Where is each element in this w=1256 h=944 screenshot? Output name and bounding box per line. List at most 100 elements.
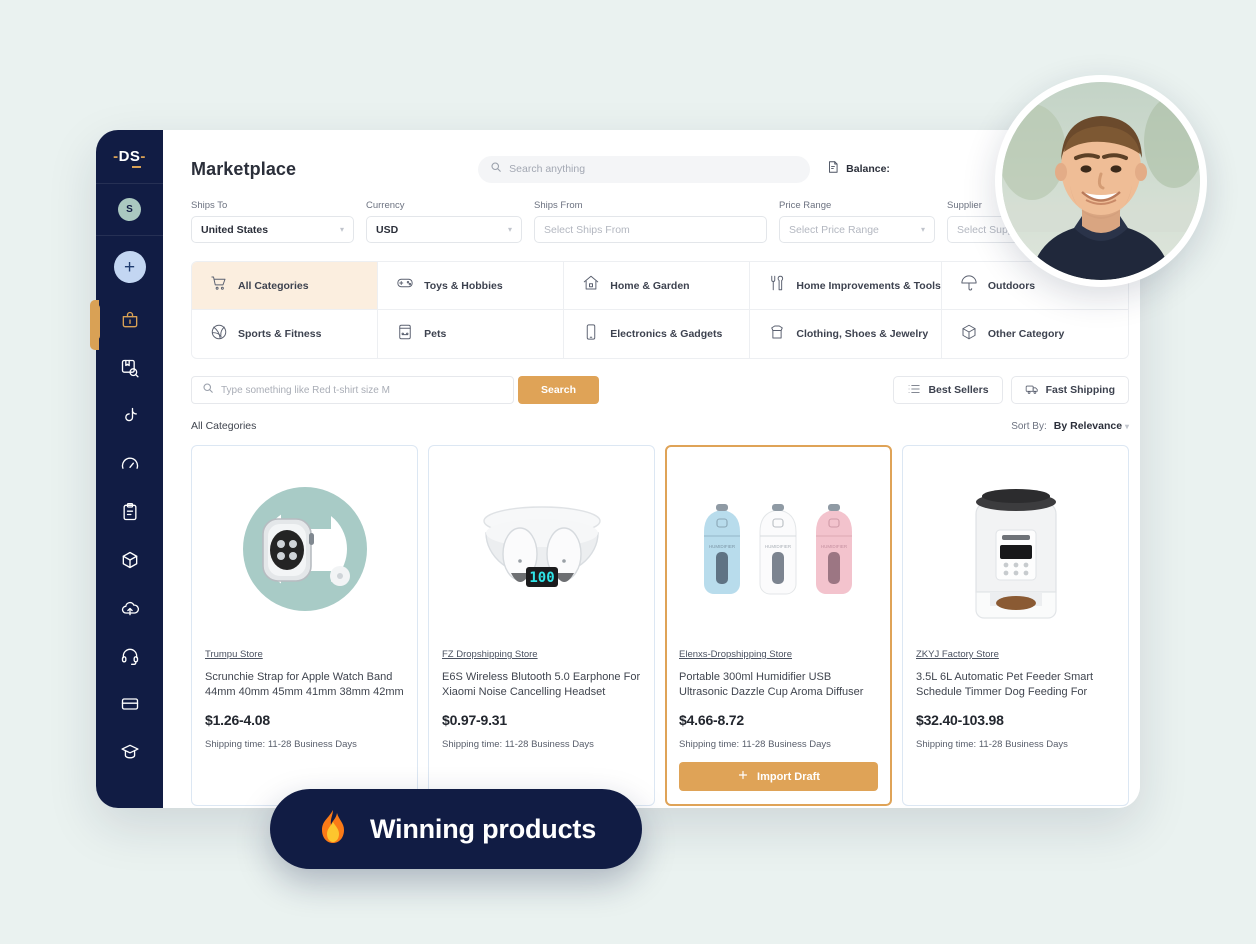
product-search-input[interactable] [221,384,503,396]
global-search[interactable] [478,155,811,183]
filter-currency: Currency USD ▾ [366,200,522,243]
quick-filter-label: Fast Shipping [1045,384,1115,396]
product-image-wireless-earbuds: 100 [442,458,641,643]
chevron-down-icon: ▾ [920,225,925,234]
product-shipping: Shipping time: 11-28 Business Days [916,739,1068,750]
import-draft-button[interactable]: Import Draft [679,762,878,791]
sort-value[interactable]: By Relevance ▾ [1054,420,1129,432]
product-search-row: Search Best Sellers Fast Shipping [191,376,1129,404]
currency-select[interactable]: USD ▾ [366,216,522,243]
clipboard-icon [120,502,140,527]
app-window: -DS- S + Marketplace Search anything Bal… [96,130,1140,808]
balance-icon [826,160,840,179]
logo-letters: DS [118,148,141,165]
product-title: E6S Wireless Blutooth 5.0 Earphone For X… [442,671,641,698]
category-electronics-gadgets[interactable]: Electronics & Gadgets [564,310,751,358]
select-value: United States [201,223,269,236]
filter-ships-to: Ships To United States ▾ [191,200,354,243]
price-range-select[interactable]: Select Price Range ▾ [779,216,935,243]
product-card-selected[interactable]: HUMIDIFIER HUMIDIFIER HUMIDIFIER Elenxs-… [665,445,892,806]
svg-text:HUMIDIFIER: HUMIDIFIER [708,544,735,549]
fast-shipping-filter[interactable]: Fast Shipping [1010,376,1129,404]
filter-label: Ships To [191,200,228,211]
credit-card-icon [120,694,140,719]
sidebar-item-performance[interactable] [96,442,163,490]
sidebar: -DS- S + [96,130,163,808]
product-image-humidifiers: HUMIDIFIER HUMIDIFIER HUMIDIFIER [679,458,878,643]
filter-label: Currency [366,200,405,211]
product-store[interactable]: Elenxs-Dropshipping Store [679,649,878,660]
sidebar-item-billing[interactable] [96,682,163,730]
import-draft-label: Import Draft [757,770,820,783]
fire-icon [316,809,350,849]
product-store[interactable]: FZ Dropshipping Store [442,649,641,660]
ships-to-select[interactable]: United States ▾ [191,216,354,243]
box-icon [120,550,140,575]
category-home-improvements-tools[interactable]: Home Improvements & Tools [750,262,942,310]
search-input[interactable] [509,163,799,175]
product-store[interactable]: Trumpu Store [205,649,404,660]
sidebar-item-tiktok[interactable] [96,394,163,442]
graduation-cap-icon [120,742,140,767]
category-sports-fitness[interactable]: Sports & Fitness [192,310,379,358]
category-label: Toys & Hobbies [424,279,503,292]
tshirt-icon [768,323,786,346]
page-root: -DS- S + Marketplace Search anything Bal… [0,0,1256,944]
category-label: All Categories [238,279,309,292]
umbrella-icon [960,274,978,297]
search-icon [490,160,502,178]
svg-text:100: 100 [529,570,554,586]
user-avatar-photo[interactable] [995,75,1207,287]
category-clothing-shoes-jewelry[interactable]: Clothing, Shoes & Jewelry [750,310,942,358]
product-price: $4.66-8.72 [679,712,744,728]
ships-from-select[interactable]: Select Ships From [534,216,767,243]
product-card[interactable]: ZKYJ Factory Store 3.5L 6L Automatic Pet… [902,445,1129,806]
chevron-down-icon: ▾ [339,225,344,234]
logo-underbar [132,166,142,168]
category-label: Electronics & Gadgets [610,328,723,340]
sidebar-item-orders[interactable] [96,490,163,538]
main-content: Marketplace Balance: Ships To [163,130,1140,808]
product-title: Portable 300ml Humidifier USB Ultrasonic… [679,671,864,698]
category-pets[interactable]: Pets [378,310,565,358]
top-bar: Marketplace Balance: [191,152,1129,186]
page-title: Marketplace [191,158,297,179]
quick-filter-label: Best Sellers [928,384,989,396]
best-sellers-filter[interactable]: Best Sellers [893,376,1003,404]
category-label: Pets [424,328,447,340]
sidebar-account[interactable]: S [96,184,163,236]
category-toys-hobbies[interactable]: Toys & Hobbies [378,262,565,310]
filter-label: Ships From [534,200,583,211]
svg-text:HUMIDIFIER: HUMIDIFIER [764,544,791,549]
product-card[interactable]: 100 FZ Dropshipping Store E6S Wireless B… [428,445,655,806]
tools-icon [768,274,786,297]
product-card[interactable]: Trumpu Store Scrunchie Strap for Apple W… [191,445,418,806]
add-button[interactable]: + [113,251,146,283]
product-price: $0.97-9.31 [442,712,507,728]
category-label: Home & Garden [610,279,690,292]
balance-widget[interactable]: Balance: [826,160,890,179]
sidebar-item-import-list[interactable] [96,586,163,634]
sidebar-add-cell: + [113,236,146,298]
basket-icon [120,310,140,335]
product-title: Scrunchie Strap for Apple Watch Band 44m… [205,671,404,698]
sidebar-item-academy[interactable] [96,730,163,778]
sidebar-item-marketplace[interactable] [96,298,163,346]
sidebar-item-support[interactable] [96,634,163,682]
category-home-garden[interactable]: Home & Garden [564,262,751,310]
category-all-categories[interactable]: All Categories [192,262,379,310]
sort-control: Sort By: By Relevance ▾ [1011,420,1129,432]
category-other-category[interactable]: Other Category [941,310,1128,358]
smartphone-icon [582,323,600,346]
sidebar-item-product-research[interactable] [96,346,163,394]
sidebar-logo[interactable]: -DS- [96,130,163,184]
product-store[interactable]: ZKYJ Factory Store [916,649,1115,660]
balance-label: Balance: [846,163,890,175]
filter-price-range: Price Range Select Price Range ▾ [779,200,935,243]
category-grid: All Categories Toys & Hobbies Home & Gar… [191,261,1129,359]
sidebar-item-products[interactable] [96,538,163,586]
avatar: S [118,198,141,221]
search-button[interactable]: Search [518,376,599,404]
product-search-box[interactable] [191,376,514,404]
cloud-upload-icon [120,598,140,623]
